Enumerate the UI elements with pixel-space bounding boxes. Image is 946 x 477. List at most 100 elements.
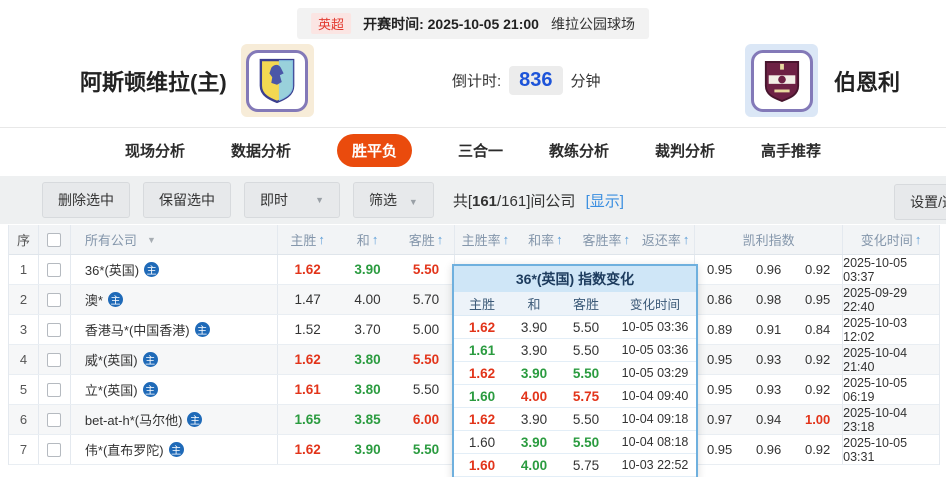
popup-body: 1.62 3.90 5.50 10-05 03:36 1.61 3.90 5.5… bbox=[454, 316, 696, 477]
popup-change-time: 10-05 03:36 bbox=[614, 320, 696, 334]
popup-home-odds: 1.62 bbox=[454, 320, 510, 335]
popup-home-odds: 1.60 bbox=[454, 458, 510, 473]
home-team-name: 阿斯顿维拉(主) bbox=[80, 65, 227, 97]
home-badge-icon: 主 bbox=[187, 412, 202, 427]
filter-select[interactable]: 筛选 ▼ bbox=[353, 182, 434, 218]
kelly-cell: 0.95 0.96 0.92 bbox=[695, 255, 843, 284]
change-time-cell: 2025-10-05 06:19 bbox=[843, 375, 939, 404]
venue: 维拉公园球场 bbox=[551, 14, 635, 34]
teams-row: 阿斯顿维拉(主) 倒计时: 836 分钟 bbox=[0, 40, 946, 124]
popup-away-odds: 5.50 bbox=[558, 435, 614, 450]
home-odds: 1.52 bbox=[278, 315, 338, 344]
header-away-odds[interactable]: 客胜↑ bbox=[398, 225, 456, 254]
popup-away-odds: 5.50 bbox=[558, 412, 614, 427]
header-return-rate[interactable]: 返还率↑ bbox=[637, 225, 695, 254]
row-checkbox[interactable] bbox=[47, 443, 61, 457]
popup-draw-odds: 3.90 bbox=[510, 343, 558, 358]
show-link[interactable]: [显示] bbox=[586, 193, 624, 210]
home-team-logo bbox=[241, 44, 314, 117]
settings-button[interactable]: 设置/选 bbox=[894, 184, 946, 220]
kelly-cell: 0.89 0.91 0.84 bbox=[695, 315, 843, 344]
row-index: 4 bbox=[9, 345, 39, 374]
tab[interactable]: 高手推荐 bbox=[761, 140, 821, 161]
draw-odds: 3.80 bbox=[338, 345, 398, 374]
row-checkbox[interactable] bbox=[47, 293, 61, 307]
countdown-unit: 分钟 bbox=[571, 70, 601, 91]
company-cell[interactable]: 立*(英国) 主 bbox=[71, 375, 278, 404]
home-badge-icon: 主 bbox=[144, 262, 159, 277]
popup-row: 1.60 4.00 5.75 10-03 22:52 bbox=[454, 454, 696, 477]
header-away-rate[interactable]: 客胜率↑ bbox=[575, 225, 637, 254]
time-filter-select[interactable]: 即时 ▼ bbox=[244, 182, 340, 218]
home-odds: 1.61 bbox=[278, 375, 338, 404]
popup-home-odds: 1.62 bbox=[454, 366, 510, 381]
popup-home-odds: 1.61 bbox=[454, 343, 510, 358]
popup-away-odds: 5.50 bbox=[558, 320, 614, 335]
company-count: 共[161/161]间公司 [显示] bbox=[453, 190, 624, 211]
away-odds: 5.50 bbox=[398, 375, 456, 404]
popup-change-time: 10-04 09:40 bbox=[614, 389, 696, 403]
header-draw-odds[interactable]: 和↑ bbox=[338, 225, 398, 254]
popup-draw-odds: 3.90 bbox=[510, 320, 558, 335]
company-name: 立*(英国) bbox=[85, 380, 138, 399]
company-name: 香港马*(中国香港) bbox=[85, 320, 190, 339]
kickoff-time: 开赛时间: 2025-10-05 21:00 bbox=[363, 14, 539, 34]
tab[interactable]: 胜平负 bbox=[337, 134, 412, 167]
draw-odds: 3.85 bbox=[338, 405, 398, 434]
popup-change-time: 10-05 03:29 bbox=[614, 366, 696, 380]
popup-home-odds: 1.60 bbox=[454, 435, 510, 450]
popup-change-time: 10-03 22:52 bbox=[614, 458, 696, 472]
company-cell[interactable]: 香港马*(中国香港) 主 bbox=[71, 315, 278, 344]
company-cell[interactable]: 澳* 主 bbox=[71, 285, 278, 314]
kelly-cell: 0.95 0.93 0.92 bbox=[695, 375, 843, 404]
popup-away-odds: 5.75 bbox=[558, 389, 614, 404]
keep-selected-button[interactable]: 保留选中 bbox=[143, 182, 231, 218]
row-index: 3 bbox=[9, 315, 39, 344]
header-company[interactable]: 所有公司 ▼ bbox=[71, 225, 278, 254]
row-checkbox[interactable] bbox=[47, 413, 61, 427]
sort-asc-icon: ↑ bbox=[318, 232, 325, 247]
company-cell[interactable]: 威*(英国) 主 bbox=[71, 345, 278, 374]
away-team-logo bbox=[745, 44, 818, 117]
popup-draw-odds: 3.90 bbox=[510, 366, 558, 381]
header-change-time[interactable]: 变化时间↑ bbox=[843, 225, 939, 254]
league-badge: 英超 bbox=[311, 13, 351, 34]
change-time-cell: 2025-10-05 03:31 bbox=[843, 435, 939, 464]
row-checkbox[interactable] bbox=[47, 353, 61, 367]
tab[interactable]: 数据分析 bbox=[231, 140, 291, 161]
home-badge-icon: 主 bbox=[143, 382, 158, 397]
select-all-checkbox[interactable] bbox=[47, 233, 61, 247]
delete-selected-button[interactable]: 删除选中 bbox=[42, 182, 130, 218]
tab[interactable]: 裁判分析 bbox=[655, 140, 715, 161]
sort-asc-icon: ↑ bbox=[915, 232, 922, 247]
popup-draw-odds: 3.90 bbox=[510, 435, 558, 450]
popup-row: 1.60 4.00 5.75 10-04 09:40 bbox=[454, 385, 696, 408]
popup-home-odds: 1.60 bbox=[454, 389, 510, 404]
popup-away-odds: 5.75 bbox=[558, 458, 614, 473]
tab[interactable]: 现场分析 bbox=[125, 140, 185, 161]
row-checkbox[interactable] bbox=[47, 383, 61, 397]
kelly-cell: 0.86 0.98 0.95 bbox=[695, 285, 843, 314]
analysis-tabs: 现场分析 数据分析 胜平负 三合一 教练分析 裁判分析 高手推荐 bbox=[0, 127, 946, 172]
header-draw-rate[interactable]: 和率↑ bbox=[515, 225, 575, 254]
countdown: 倒计时: 836 分钟 bbox=[452, 44, 601, 117]
company-cell[interactable]: 伟*(直布罗陀) 主 bbox=[71, 435, 278, 464]
home-badge-icon: 主 bbox=[108, 292, 123, 307]
tab[interactable]: 三合一 bbox=[458, 140, 503, 161]
company-name: 威*(英国) bbox=[85, 350, 138, 369]
header-home-odds[interactable]: 主胜↑ bbox=[278, 225, 338, 254]
away-odds: 5.00 bbox=[398, 315, 456, 344]
away-team-name: 伯恩利 bbox=[834, 65, 900, 97]
popup-title: 36*(英国) 指数变化 bbox=[454, 266, 696, 292]
row-index: 5 bbox=[9, 375, 39, 404]
row-checkbox[interactable] bbox=[47, 263, 61, 277]
kelly-cell: 0.95 0.96 0.92 bbox=[695, 435, 843, 464]
header-home-rate[interactable]: 主胜率↑ bbox=[455, 225, 515, 254]
away-odds: 5.70 bbox=[398, 285, 456, 314]
company-cell[interactable]: bet-at-h*(马尔他) 主 bbox=[71, 405, 278, 434]
company-cell[interactable]: 36*(英国) 主 bbox=[71, 255, 278, 284]
tab[interactable]: 教练分析 bbox=[549, 140, 609, 161]
chevron-down-icon: ▼ bbox=[409, 197, 418, 207]
row-checkbox[interactable] bbox=[47, 323, 61, 337]
change-time-cell: 2025-10-04 23:18 bbox=[843, 405, 939, 434]
